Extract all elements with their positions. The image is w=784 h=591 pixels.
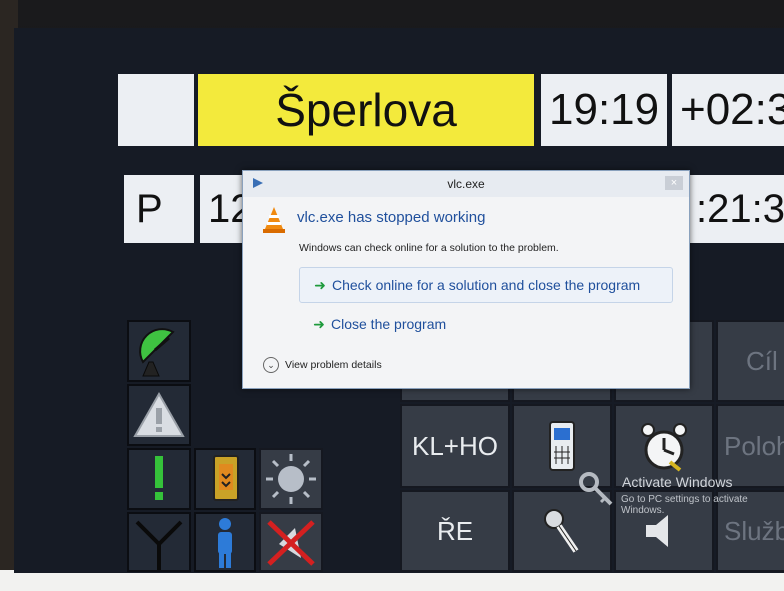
time-offset: +02:3 — [672, 74, 784, 146]
exclamation-icon[interactable] — [127, 448, 191, 510]
destination-button[interactable]: Cíl — [716, 320, 784, 402]
error-dialog: vlc.exe × vlc.exe has stopped working Wi… — [242, 170, 690, 389]
speaker-icon — [646, 515, 668, 547]
station-name[interactable]: Šperlova — [198, 74, 534, 146]
view-details-toggle[interactable]: ⌄ View problem details — [263, 357, 382, 373]
alarm-clock-icon — [641, 423, 687, 472]
re-button[interactable]: ŘE — [400, 490, 510, 572]
arrow-right-icon: ➜ — [314, 276, 326, 293]
error-heading: vlc.exe has stopped working — [297, 209, 486, 226]
key-icon — [577, 470, 617, 510]
row2-time: :21:3 — [688, 175, 784, 243]
error-subtext: Windows can check online for a solution … — [299, 242, 559, 254]
activate-windows-title: Activate Windows — [622, 474, 733, 490]
warning-icon[interactable] — [127, 384, 191, 446]
phone-icon — [549, 421, 575, 471]
close-program-label: Close the program — [331, 316, 447, 332]
satellite-icon[interactable] — [127, 320, 191, 382]
activate-windows-line: Windows. — [621, 505, 665, 516]
background-desk — [0, 570, 784, 591]
mute-icon[interactable] — [259, 512, 323, 572]
brightness-icon[interactable] — [259, 448, 323, 510]
vlc-cone-icon — [261, 205, 287, 235]
clock-time: 19:19 — [541, 74, 667, 146]
chevron-down-icon: ⌄ — [263, 357, 279, 373]
mode-letter[interactable]: P — [124, 175, 194, 243]
person-icon[interactable] — [194, 512, 256, 572]
view-details-label: View problem details — [285, 359, 382, 371]
arrow-right-icon: ➜ — [313, 315, 325, 332]
dialog-titlebar: vlc.exe × — [243, 171, 689, 197]
klho-button[interactable]: KL+HO — [400, 404, 510, 488]
activate-windows-text: Go to PC settings to activate Windows. — [621, 494, 748, 516]
klho-label: KL+HO — [412, 430, 498, 461]
antenna-icon[interactable] — [127, 512, 191, 572]
dialog-title: vlc.exe — [447, 177, 485, 191]
destination-label: Cíl — [746, 345, 778, 376]
blank-tile[interactable] — [118, 74, 194, 146]
activate-windows-line: Go to PC settings to activate — [621, 494, 748, 505]
close-button[interactable]: × — [665, 176, 683, 190]
position-label: Poloha — [724, 430, 784, 461]
re-label: ŘE — [436, 515, 474, 546]
close-program-option[interactable]: ➜ Close the program — [299, 307, 671, 341]
check-online-label: Check online for a solution and close th… — [332, 277, 641, 293]
check-online-option[interactable]: ➜ Check online for a solution and close … — [299, 267, 673, 303]
ticket-validator-icon[interactable] — [194, 448, 256, 510]
service-label: Služba — [724, 515, 784, 546]
